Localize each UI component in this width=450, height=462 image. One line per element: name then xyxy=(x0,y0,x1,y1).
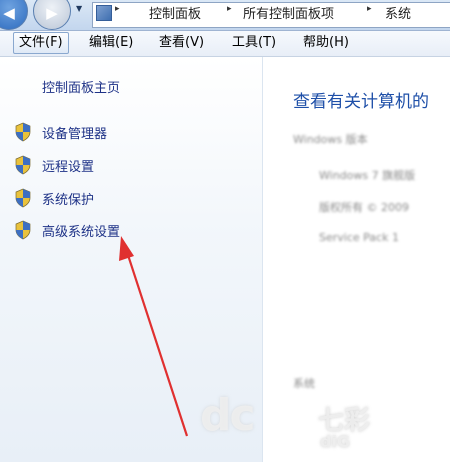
watermark-subtext: diG xyxy=(320,432,351,451)
watermark-logo: dc xyxy=(200,390,256,441)
